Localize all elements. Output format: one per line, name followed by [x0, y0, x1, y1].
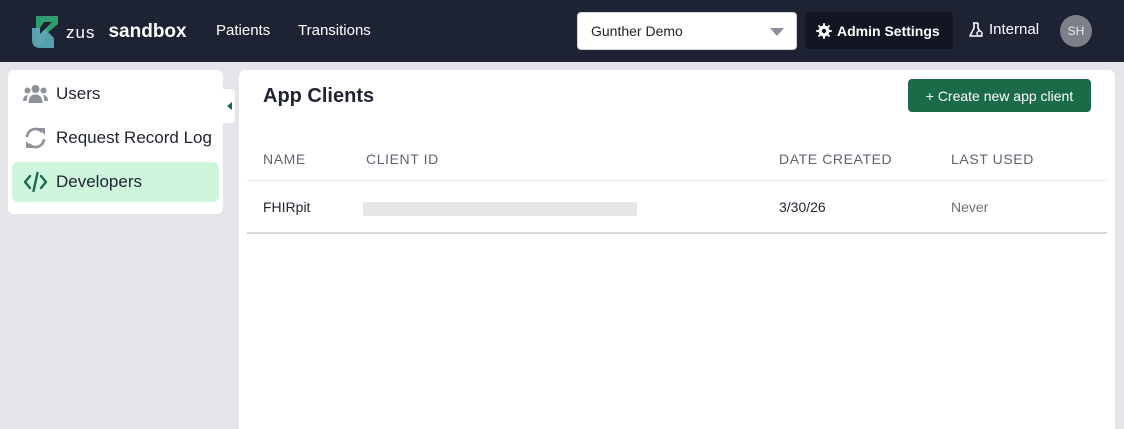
- refresh-icon: [25, 127, 46, 149]
- nav-link-transitions[interactable]: Transitions: [298, 22, 371, 39]
- zus-logo-icon: [32, 16, 58, 48]
- sidebar-item-label: Request Record Log: [56, 128, 212, 147]
- table-row[interactable]: FHIRpit 3/30/26 Never: [247, 181, 1107, 234]
- flask-icon: [969, 21, 983, 37]
- code-icon: [23, 171, 48, 193]
- cell-last-used: Never: [951, 199, 989, 215]
- admin-settings-button[interactable]: Admin Settings: [805, 12, 953, 49]
- gear-icon: [816, 22, 832, 39]
- users-icon: [23, 85, 48, 103]
- sidebar-item-request-record-log[interactable]: Request Record Log: [12, 118, 219, 158]
- column-header-name[interactable]: NAME: [263, 151, 306, 167]
- top-navbar: zus sandbox Patients Transitions Gunther…: [0, 0, 1124, 62]
- brand-logo[interactable]: zus sandbox: [30, 13, 187, 49]
- cell-date-created: 3/30/26: [779, 199, 826, 215]
- page-title: App Clients: [263, 85, 375, 107]
- admin-sidebar: Users Request Record Log Developers: [8, 70, 223, 214]
- environment-label: sandbox: [108, 21, 187, 42]
- sidebar-item-label: Developers: [56, 172, 142, 191]
- column-header-last-used[interactable]: LAST USED: [951, 151, 1034, 167]
- sidebar-item-developers[interactable]: Developers: [12, 162, 219, 202]
- internal-link[interactable]: Internal: [968, 21, 1039, 38]
- nav-link-patients[interactable]: Patients: [216, 22, 270, 39]
- create-app-client-button[interactable]: + Create new app client: [908, 79, 1091, 112]
- internal-label: Internal: [989, 21, 1040, 38]
- user-avatar[interactable]: SH: [1060, 15, 1092, 47]
- main-panel: App Clients + Create new app client NAME…: [239, 70, 1115, 429]
- client-id-redacted: [363, 202, 637, 216]
- table-header: NAME CLIENT ID DATE CREATED LAST USED: [247, 142, 1107, 181]
- chevron-left-icon: [226, 102, 232, 110]
- app-clients-table: NAME CLIENT ID DATE CREATED LAST USED FH…: [247, 142, 1107, 234]
- column-header-date-created[interactable]: DATE CREATED: [779, 151, 892, 167]
- sidebar-collapse-toggle[interactable]: [223, 89, 235, 123]
- organization-select-value: Gunther Demo: [591, 23, 683, 39]
- brand-mark-text: zus: [66, 23, 96, 42]
- admin-settings-label: Admin Settings: [837, 22, 940, 39]
- cell-name: FHIRpit: [263, 199, 311, 215]
- organization-select[interactable]: Gunther Demo: [577, 12, 797, 50]
- chevron-down-icon: [770, 28, 784, 36]
- sidebar-item-users[interactable]: Users: [12, 74, 219, 114]
- column-header-client-id[interactable]: CLIENT ID: [366, 151, 439, 167]
- sidebar-item-label: Users: [56, 84, 101, 103]
